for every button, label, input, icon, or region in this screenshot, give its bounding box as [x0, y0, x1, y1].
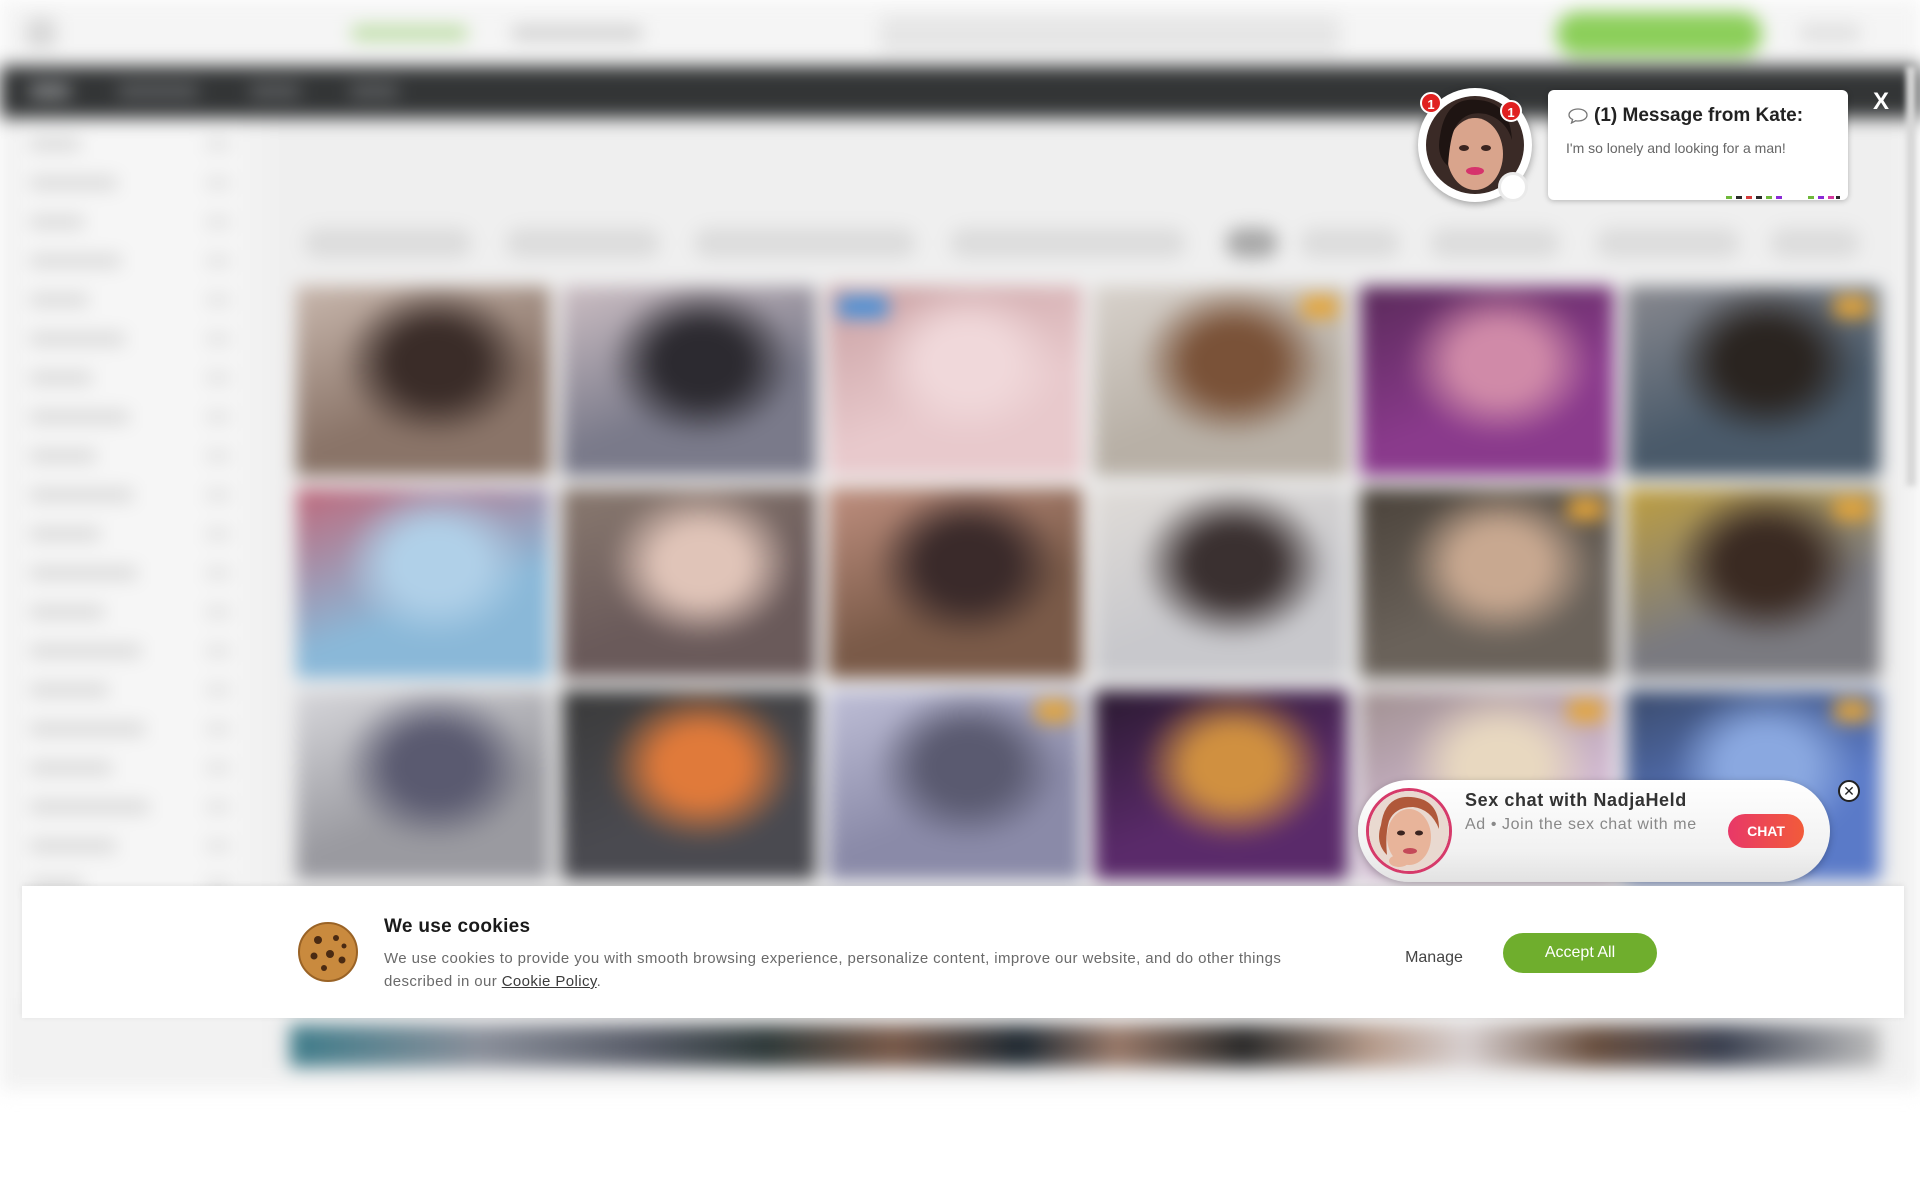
cookie-icon	[298, 922, 358, 982]
cookie-description: We use cookies to provide you with smoot…	[384, 947, 1294, 993]
sidebar-category-row	[30, 723, 230, 735]
header-link	[352, 26, 467, 40]
filter-chip	[694, 228, 916, 258]
filter-chip	[1430, 228, 1560, 258]
ad-chat-banner[interactable]: Sex chat with NadjaHeld Ad • Join the se…	[1358, 780, 1830, 882]
sidebar-category-row	[30, 645, 230, 657]
model-thumbnail	[828, 488, 1082, 678]
ad-avatar	[1366, 788, 1452, 874]
header-link	[512, 26, 642, 40]
online-status-dot	[1498, 172, 1528, 202]
sidebar-category-row	[30, 177, 230, 189]
sidebar-category-row	[30, 528, 230, 540]
model-thumbnail	[828, 286, 1082, 476]
sidebar-category-row	[30, 606, 230, 618]
sidebar-category-row	[30, 372, 230, 384]
sidebar-category-row	[30, 840, 230, 852]
model-thumbnail	[562, 286, 816, 476]
manage-cookies-button[interactable]: Manage	[1388, 944, 1480, 970]
model-thumbnail	[1626, 488, 1880, 678]
header-signup-button	[1556, 12, 1762, 56]
cookie-policy-link[interactable]: Cookie Policy	[502, 973, 597, 990]
typing-indicator	[1726, 196, 1840, 199]
filter-chip	[950, 228, 1186, 258]
notification-count-badge: 1	[1420, 92, 1442, 114]
header-search	[880, 16, 1340, 54]
model-thumbnail	[828, 690, 1082, 880]
ad-chat-button[interactable]: CHAT	[1728, 814, 1804, 848]
site-logo	[26, 18, 56, 48]
thumbnail-strip	[290, 1025, 1880, 1067]
message-text: I'm so lonely and looking for a man!	[1566, 140, 1786, 156]
message-bubble[interactable]: (1) Message from Kate: I'm so lonely and…	[1548, 90, 1848, 200]
sidebar-category-row	[30, 411, 230, 423]
ad-title: Sex chat with NadjaHeld	[1465, 790, 1687, 810]
cookie-consent-banner: We use cookies We use cookies to provide…	[22, 886, 1904, 1018]
filter-chip	[1226, 228, 1278, 258]
sidebar-category-row	[30, 489, 230, 501]
filter-chip	[1300, 228, 1400, 258]
header-login	[1800, 24, 1860, 42]
category-sidebar	[20, 118, 240, 998]
filter-chip	[506, 228, 660, 258]
notification-count-badge: 1	[1500, 100, 1522, 122]
model-thumbnail	[1626, 286, 1880, 476]
model-thumbnail	[562, 488, 816, 678]
sidebar-category-row	[30, 255, 230, 267]
model-thumbnail	[296, 488, 550, 678]
cookie-title: We use cookies	[384, 916, 531, 937]
filter-chip	[304, 228, 472, 258]
popup-close-button[interactable]: X	[1868, 88, 1894, 116]
ad-subtitle: Ad • Join the sex chat with me	[1465, 816, 1697, 833]
model-thumbnail	[562, 690, 816, 880]
model-thumbnail	[1094, 690, 1348, 880]
sidebar-category-row	[30, 138, 230, 150]
sidebar-category-row	[30, 216, 230, 228]
nav-item	[30, 84, 70, 98]
model-thumbnail	[1094, 286, 1348, 476]
accept-all-cookies-button[interactable]: Accept All	[1503, 933, 1657, 973]
sidebar-category-row	[30, 801, 230, 813]
ad-close-button[interactable]: ✕	[1838, 780, 1860, 802]
filter-chip	[1596, 228, 1740, 258]
model-thumbnail	[296, 286, 550, 476]
model-thumbnail	[296, 690, 550, 880]
sidebar-category-row	[30, 333, 230, 345]
sidebar-category-row	[30, 762, 230, 774]
model-thumbnail	[1360, 488, 1614, 678]
nav-item	[118, 84, 198, 98]
message-title: (1) Message from Kate:	[1594, 105, 1804, 126]
sidebar-category-row	[30, 684, 230, 696]
model-thumbnail	[1360, 286, 1614, 476]
filter-chip	[1770, 228, 1860, 258]
model-thumbnail	[1094, 488, 1348, 678]
page-scrollbar[interactable]	[1906, 66, 1916, 486]
sidebar-category-row	[30, 450, 230, 462]
sidebar-category-row	[30, 567, 230, 579]
sidebar-category-row	[30, 294, 230, 306]
speech-bubble-icon	[1568, 108, 1588, 124]
nav-item	[250, 84, 300, 98]
cookie-description-end: .	[596, 973, 602, 990]
nav-item	[350, 84, 398, 98]
